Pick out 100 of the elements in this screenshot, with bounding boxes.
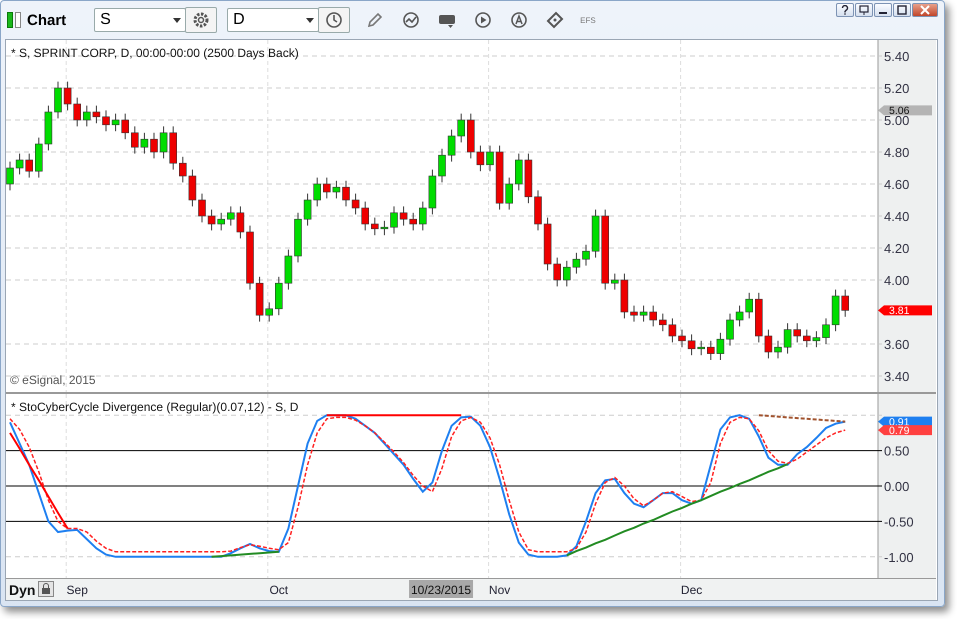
value-marker: 0.79 xyxy=(878,424,932,437)
candlestick xyxy=(496,145,504,210)
chart-window-icon xyxy=(7,12,21,28)
candlestick xyxy=(275,276,283,316)
candlestick xyxy=(457,113,465,143)
axis-label: 4.00 xyxy=(884,273,910,288)
interval-dropdown[interactable]: D xyxy=(227,8,320,32)
candlestick xyxy=(524,153,532,204)
candlestick xyxy=(54,81,62,119)
candlestick xyxy=(188,169,196,207)
candlestick xyxy=(92,105,100,124)
candlestick xyxy=(841,289,849,318)
candlestick xyxy=(323,177,331,199)
candlestick xyxy=(361,201,369,231)
candlestick xyxy=(25,153,33,178)
caret-icon xyxy=(306,18,314,22)
candlestick xyxy=(332,180,340,199)
divergence-line xyxy=(212,550,279,558)
candlestick xyxy=(803,329,811,348)
axis-label: 5.40 xyxy=(884,49,910,64)
candlestick xyxy=(236,206,244,239)
cursor-date-label: 10/23/2015 xyxy=(409,580,474,598)
candlestick xyxy=(380,220,388,236)
candlestick xyxy=(486,145,494,172)
month-label: Dec xyxy=(680,583,702,597)
indicator-title: * StoCyberCycle Divergence (Regular)(0.07,12) - S, D xyxy=(11,400,298,414)
maximize-icon[interactable] xyxy=(893,3,911,17)
axis-label: 4.40 xyxy=(884,209,910,224)
candlestick xyxy=(179,156,187,183)
candlestick xyxy=(83,105,91,127)
scale-mode-label[interactable]: Dyn xyxy=(9,582,36,598)
candlestick xyxy=(294,212,302,263)
candlestick xyxy=(198,193,206,223)
candlestick xyxy=(467,113,475,159)
candlestick xyxy=(688,334,696,356)
symbol-dropdown[interactable]: S xyxy=(94,8,186,32)
candlestick xyxy=(64,81,72,111)
candlestick xyxy=(515,153,523,191)
candlestick xyxy=(745,292,753,319)
candlestick xyxy=(582,244,590,266)
candlestick xyxy=(160,126,168,159)
efs-button[interactable]: EFS xyxy=(580,16,596,24)
candlestick xyxy=(572,252,580,274)
candlestick xyxy=(428,169,436,215)
axis-label: -0.50 xyxy=(884,514,914,530)
candlestick xyxy=(659,313,667,332)
candlestick xyxy=(112,113,120,132)
candlestick xyxy=(592,209,600,258)
candlestick xyxy=(217,212,225,231)
minimize-icon[interactable] xyxy=(874,3,892,17)
candlestick xyxy=(697,340,705,356)
candlestick xyxy=(16,153,24,175)
candlestick xyxy=(256,276,264,322)
candlestick xyxy=(131,126,139,154)
lock-icon[interactable] xyxy=(38,581,54,597)
chart-title: * S, SPRINT CORP, D, 00:00-00:00 (2500 Days Back) xyxy=(11,46,299,60)
candlestick xyxy=(793,322,801,343)
candlestick xyxy=(35,137,43,178)
restore-window-icon[interactable] xyxy=(855,3,873,17)
candlestick xyxy=(409,212,417,231)
candlestick xyxy=(822,318,830,344)
candlestick xyxy=(630,305,638,322)
candlestick xyxy=(640,305,648,322)
copyright-text: © eSignal, 2015 xyxy=(10,373,96,387)
candlestick xyxy=(784,322,792,354)
candlestick xyxy=(400,206,408,226)
candlestick xyxy=(352,193,360,215)
candlestick xyxy=(544,217,552,271)
candlestick xyxy=(812,330,820,348)
axis-label: 4.80 xyxy=(884,145,910,160)
candlestick xyxy=(371,217,379,236)
candlestick xyxy=(668,318,676,343)
window-title: Chart xyxy=(27,12,66,28)
candlestick xyxy=(438,148,446,183)
axis-label: 3.60 xyxy=(884,337,910,352)
help-icon[interactable] xyxy=(836,3,854,17)
axis-label: -1.00 xyxy=(884,550,914,565)
candlestick xyxy=(726,313,734,346)
candlestick xyxy=(150,132,158,159)
candlestick xyxy=(505,177,513,210)
candlestick xyxy=(304,193,312,226)
axis-label: 0.00 xyxy=(884,479,910,494)
candlestick xyxy=(284,249,292,290)
candlestick xyxy=(611,273,619,290)
settings-icon[interactable] xyxy=(185,7,218,33)
candlestick xyxy=(764,329,772,359)
candlestick xyxy=(44,105,52,151)
clock-icon[interactable] xyxy=(318,7,350,33)
caret-icon xyxy=(173,18,182,22)
candlestick xyxy=(553,257,561,287)
candlestick xyxy=(169,126,177,170)
candlestick xyxy=(140,132,148,154)
candlestick xyxy=(246,225,254,290)
candlestick xyxy=(390,206,398,234)
candlestick xyxy=(476,145,484,172)
candlestick xyxy=(716,332,724,360)
axis-label: 4.20 xyxy=(884,241,910,256)
candlestick xyxy=(755,292,763,343)
candlestick xyxy=(342,180,350,207)
close-icon[interactable] xyxy=(912,3,938,17)
